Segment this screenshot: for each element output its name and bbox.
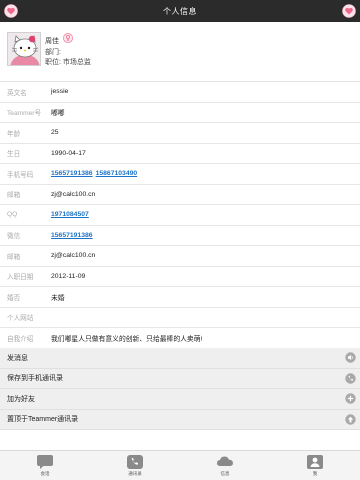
info-row-english-name: 英文名 jessie (0, 82, 360, 103)
field-label: 个人网站 (7, 315, 34, 323)
arrow-up-icon (345, 414, 356, 425)
heart-logo-icon[interactable] (4, 4, 18, 18)
cloud-icon (217, 456, 233, 466)
tab-label: 会话 (40, 471, 50, 476)
field-value: 未婚 (51, 294, 65, 302)
field-label: 年龄 (7, 130, 21, 138)
action-label: 加为好友 (7, 395, 35, 403)
profile-department: 部门: (45, 49, 61, 56)
info-row-website: 个人网站 (0, 307, 360, 328)
info-row-wechat: 微信 15657191386 (0, 225, 360, 246)
tab-info[interactable]: 信息 (180, 451, 270, 480)
info-row-qq: QQ 1971084507 (0, 205, 360, 226)
tab-contacts[interactable]: 通讯录 (90, 451, 180, 480)
tab-label: 信息 (220, 471, 230, 476)
field-label: Teammer号 (7, 110, 42, 118)
mobile-link-1[interactable]: 15657191386 (51, 170, 93, 177)
field-label: 邮箱 (7, 253, 21, 261)
info-row-self-intro: 自我介绍 我们嘟星人只做有意义的创新、只给最棒的人卖萌! (0, 328, 360, 349)
info-list: 英文名 jessie Teammer号 嘟嘟 年龄 25 生日 1990-04-… (0, 82, 360, 349)
field-value: 嘟嘟 (51, 110, 65, 118)
page-title: 个人信息 (163, 6, 197, 16)
tab-label: 通讯录 (128, 471, 142, 476)
action-label: 置顶于Teammer通讯录 (7, 416, 79, 424)
field-label: 邮箱 (7, 192, 21, 200)
heart-menu-icon[interactable] (342, 4, 356, 18)
profile-header: 周佳 部门: 职位: 市场总监 (0, 22, 360, 82)
info-row-email-2: 邮箱 zj@calc100.cn (0, 246, 360, 267)
tab-chat[interactable]: 会话 (0, 451, 90, 480)
title-bar: 个人信息 (0, 0, 360, 22)
field-value: 15657191386 (42, 232, 93, 239)
field-value: jessie (51, 88, 69, 96)
field-label: 生日 (7, 151, 21, 159)
field-label: 入职日期 (7, 274, 34, 282)
female-gender-icon (63, 33, 73, 43)
field-label: 婚否 (7, 294, 21, 302)
tab-bar: 会话 通讯录 信息 我 (0, 450, 360, 480)
field-value: 2012-11-09 (51, 272, 86, 280)
wechat-link[interactable]: 15657191386 (51, 232, 93, 239)
tab-me[interactable]: 我 (270, 451, 360, 480)
field-label: 微信 (7, 233, 21, 241)
speaker-icon (345, 352, 356, 363)
pin-to-top-button[interactable]: 置顶于Teammer通讯录 (0, 409, 360, 430)
field-value: 1971084507 (42, 211, 89, 218)
info-row-email: 邮箱 zj@calc100.cn (0, 184, 360, 205)
field-label: QQ (7, 211, 18, 219)
profile-position: 职位: 市场总监 (45, 59, 91, 66)
field-label: 英文名 (7, 89, 27, 97)
phone-icon (345, 373, 356, 384)
profile-name: 周佳 (45, 38, 59, 45)
info-row-birthday: 生日 1990-04-17 (0, 143, 360, 164)
field-value: zj@calc100.cn (51, 252, 96, 260)
add-friend-button[interactable]: 加为好友 (0, 389, 360, 410)
chat-bubble-icon (37, 455, 53, 469)
info-row-age: 年龄 25 (0, 123, 360, 144)
avatar[interactable] (7, 32, 41, 66)
phone-contacts-icon (127, 455, 143, 469)
save-to-contacts-button[interactable]: 保存到手机通讯录 (0, 368, 360, 389)
field-value: 25 (51, 129, 59, 137)
mobile-link-2[interactable]: 15867103490 (96, 170, 138, 177)
info-row-marital-status: 婚否 未婚 (0, 287, 360, 308)
info-row-join-date: 入职日期 2012-11-09 (0, 266, 360, 287)
action-label: 保存到手机通讯录 (7, 375, 63, 383)
action-list: 发消息 保存到手机通讯录 加为好友 置顶于Teammer通讯录 (0, 348, 360, 430)
field-label: 手机号码 (7, 171, 34, 179)
kitty-avatar-icon (8, 33, 40, 65)
field-label: 自我介绍 (7, 335, 34, 343)
field-value: 15657191386 15867103490 (42, 170, 137, 177)
field-value: 我们嘟星人只做有意义的创新、只给最棒的人卖萌! (51, 335, 203, 343)
action-label: 发消息 (7, 354, 28, 362)
tab-label: 我 (312, 471, 318, 476)
user-icon (307, 455, 323, 469)
send-message-button[interactable]: 发消息 (0, 348, 360, 369)
field-value: 1990-04-17 (51, 149, 86, 157)
info-row-mobile: 手机号码 15657191386 15867103490 (0, 164, 360, 185)
field-value: zj@calc100.cn (51, 190, 96, 198)
qq-link[interactable]: 1971084507 (51, 211, 89, 218)
add-icon (345, 393, 356, 404)
info-row-teammer-id: Teammer号 嘟嘟 (0, 102, 360, 123)
